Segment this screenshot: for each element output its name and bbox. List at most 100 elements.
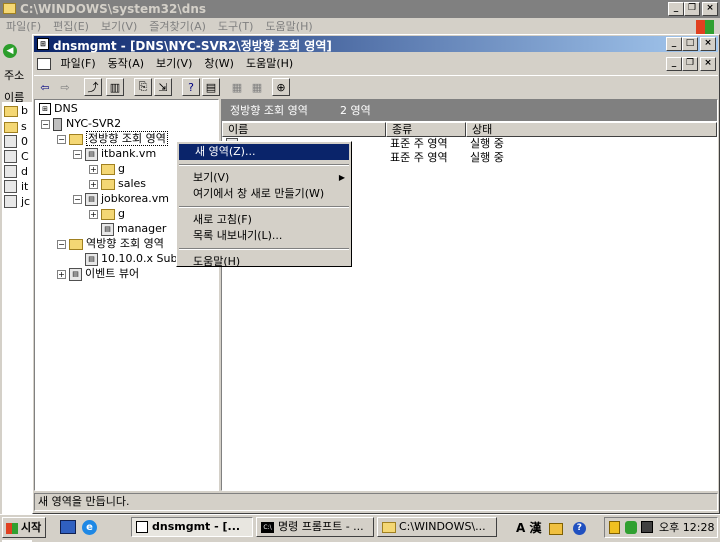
show-hide-tree-icon[interactable]: ▥ (106, 78, 124, 96)
close-icon[interactable]: × (700, 37, 716, 51)
bg-file-item[interactable]: jc (21, 195, 30, 208)
bg-window-titlebar[interactable]: C:\WINDOWS\system32\dns _ ❐ × (0, 0, 720, 18)
taskbar-task-cmd[interactable]: C:\ 명령 프롬프트 - ... (256, 517, 374, 537)
column-name[interactable]: 이름 (222, 122, 386, 137)
tree-node-forward-zones[interactable]: − 정방향 조회 영역 (57, 131, 168, 146)
file-icon (4, 195, 17, 208)
bg-menu-help[interactable]: 도움말(H) (259, 18, 318, 35)
ctx-new-zone[interactable]: 새 영역(Z)... (179, 144, 349, 160)
bg-menu-file[interactable]: 파일(F) (0, 18, 47, 35)
collapse-icon[interactable]: − (73, 149, 82, 159)
bg-file-item[interactable]: it (21, 180, 28, 193)
folder-icon (4, 106, 18, 117)
new-zone-icon[interactable]: ⊕ (272, 78, 290, 96)
taskbar-task-dnsmgmt[interactable]: dnsmgmt - [... (131, 517, 253, 537)
ime-help-icon[interactable]: ? (572, 522, 586, 535)
collapse-icon[interactable]: − (73, 194, 82, 204)
start-button[interactable]: 시작 (2, 517, 46, 538)
bg-menu-favorites[interactable]: 즐겨찾기(A) (143, 18, 212, 35)
bg-menu-view[interactable]: 보기(V) (95, 18, 143, 35)
file-icon (4, 180, 17, 193)
list-icon[interactable]: ▦ (228, 78, 246, 96)
back-arrow-icon[interactable]: ⇦ (36, 78, 54, 96)
folder-icon (4, 122, 18, 133)
expand-icon[interactable]: + (89, 164, 98, 174)
forward-arrow-icon[interactable]: ⇨ (56, 78, 74, 96)
tree-node-reverse-zones[interactable]: − 역방향 조회 영역 (57, 236, 164, 251)
bg-file-item[interactable]: b (21, 104, 28, 117)
menu-help[interactable]: 도움말(H) (240, 55, 299, 72)
bg-file-item[interactable]: s (21, 120, 27, 133)
context-menu: 새 영역(Z)... 보기(V) ▶ 여기에서 창 새로 만들기(W) 새로 고침… (176, 141, 352, 270)
bg-menu-tools[interactable]: 도구(T) (212, 18, 260, 35)
tree-node-server[interactable]: − NYC-SVR2 (41, 116, 121, 131)
network-icon[interactable] (625, 521, 637, 534)
tree-node-subnet[interactable]: ▤ 10.10.0.x Sub (85, 251, 177, 266)
help-icon[interactable]: ? (182, 78, 200, 96)
expand-icon[interactable]: + (89, 209, 98, 219)
ctx-export-list[interactable]: 목록 내보내기(L)... (177, 228, 351, 244)
back-icon[interactable]: ◀ (3, 44, 17, 58)
internet-explorer-icon[interactable]: e (82, 520, 97, 535)
column-type[interactable]: 종류 (386, 122, 466, 137)
tree-node-jobkorea[interactable]: − ▤ jobkorea.vm (73, 191, 169, 206)
cell-type: 표준 주 영역 (390, 137, 448, 150)
bg-menu-edit[interactable]: 편집(E) (47, 18, 95, 35)
tree-label-selected: 정방향 조회 영역 (86, 131, 168, 146)
zone-icon: ▤ (85, 147, 98, 161)
ctx-refresh[interactable]: 새로 고침(F) (177, 212, 351, 228)
security-shield-icon[interactable] (609, 521, 620, 534)
ctx-help[interactable]: 도움말(H) (177, 254, 351, 270)
collapse-icon[interactable]: − (57, 239, 66, 249)
taskbar-task-explorer[interactable]: C:\WINDOWS\... (377, 517, 497, 537)
collapse-icon[interactable]: − (57, 134, 66, 144)
menu-view[interactable]: 보기(V) (150, 55, 198, 72)
folder-icon (69, 133, 83, 145)
close-icon[interactable]: × (702, 2, 718, 16)
child-minimize-icon[interactable]: _ (666, 57, 682, 71)
export-list-icon[interactable]: ⇲ (154, 78, 172, 96)
restore-icon[interactable]: ❐ (684, 2, 700, 16)
bg-file-item[interactable]: C (21, 150, 29, 163)
expand-icon[interactable]: + (57, 269, 66, 279)
tree-node-g1[interactable]: + g (89, 161, 125, 176)
tree-label: g (118, 162, 125, 175)
tree-node-manager[interactable]: ▤ manager (101, 221, 166, 236)
maximize-icon[interactable]: □ (682, 37, 698, 51)
child-restore-icon[interactable]: ❐ (682, 57, 698, 71)
list-detail-icon[interactable]: ▦ (248, 78, 266, 96)
show-desktop-icon[interactable] (60, 520, 76, 534)
tree-node-g2[interactable]: + g (89, 206, 125, 221)
display-icon[interactable] (641, 521, 653, 533)
tree-node-sales[interactable]: + sales (89, 176, 146, 191)
mmc-window: ⊞ dnsmgmt - [DNS\NYC-SVR2\정방향 조회 영역] _ □… (32, 34, 720, 514)
ime-toolbar[interactable]: A 漢 ? (516, 519, 586, 537)
ime-label: A 漢 (516, 521, 542, 535)
column-status[interactable]: 상태 (466, 122, 717, 137)
properties-icon[interactable]: ⎘ (134, 78, 152, 96)
bg-file-item[interactable]: 0 (21, 135, 28, 148)
tree-node-itbank[interactable]: − ▤ itbank.vm (73, 146, 156, 161)
task-label: 명령 프롬프트 - ... (278, 520, 364, 533)
up-folder-icon[interactable]: ⤴ (84, 78, 102, 96)
expand-icon[interactable]: + (89, 179, 98, 189)
bg-file-item[interactable]: d (21, 165, 28, 178)
mmc-titlebar[interactable]: ⊞ dnsmgmt - [DNS\NYC-SVR2\정방향 조회 영역] _ □… (34, 36, 718, 53)
minimize-icon[interactable]: _ (666, 37, 682, 51)
menu-file[interactable]: 파일(F) (55, 55, 102, 72)
tree-node-events[interactable]: + ▤ 이벤트 뷰어 (57, 266, 139, 281)
menu-separator (179, 164, 349, 166)
tree-label: itbank.vm (101, 147, 157, 160)
dns-console-icon[interactable]: ▤ (202, 78, 220, 96)
tree-label: 역방향 조회 영역 (86, 237, 164, 250)
collapse-icon[interactable]: − (41, 119, 50, 129)
child-close-icon[interactable]: × (700, 57, 716, 71)
menu-action[interactable]: 동작(A) (102, 55, 150, 72)
ctx-view[interactable]: 보기(V) ▶ (177, 170, 351, 186)
ctx-new-window[interactable]: 여기에서 창 새로 만들기(W) (177, 186, 351, 202)
minimize-icon[interactable]: _ (668, 2, 684, 16)
tree-node-dns[interactable]: ⊞ DNS (39, 101, 78, 116)
clock[interactable]: 오후 12:28 (659, 520, 714, 536)
ime-tool-icon[interactable] (548, 522, 563, 535)
menu-window[interactable]: 창(W) (198, 55, 240, 72)
